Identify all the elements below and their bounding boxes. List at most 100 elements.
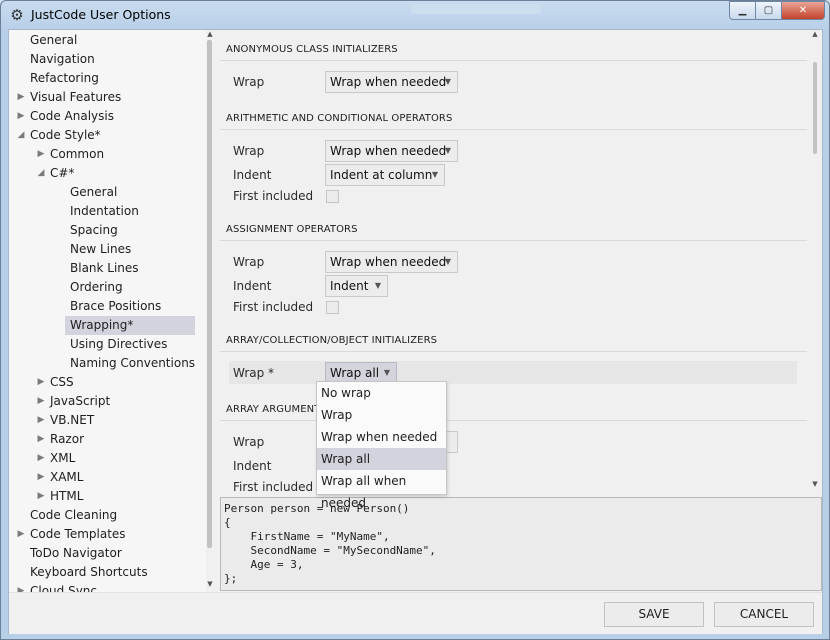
dropdown-option[interactable]: Wrap: [317, 404, 446, 426]
window-title: JustCode User Options: [31, 7, 171, 22]
indent-combo[interactable]: Indent at column ▼: [325, 164, 445, 186]
tree-item[interactable]: General: [65, 183, 122, 202]
combo-value: Indent: [330, 279, 369, 293]
section-title: ARITHMETIC AND CONDITIONAL OPERATORS: [226, 113, 453, 124]
combo-value: Indent at column: [330, 168, 433, 182]
maximize-button[interactable]: ▢: [755, 1, 782, 20]
tree-item[interactable]: JavaScript: [45, 392, 115, 411]
section-divider: [220, 420, 807, 421]
tree-item[interactable]: Indentation: [65, 202, 144, 221]
section-title: ASSIGNMENT OPERATORS: [226, 224, 358, 235]
section-divider: [220, 351, 807, 352]
first-included-label: First included: [233, 300, 314, 314]
tree-item[interactable]: Naming Conventions: [65, 354, 200, 373]
title-ghost: [411, 4, 541, 14]
tree-item[interactable]: Cloud Sync: [25, 582, 102, 592]
scroll-up-icon[interactable]: ▲: [206, 30, 214, 38]
title-bar: ⚙ JustCode User Options ▁ ▢ ✕: [1, 1, 829, 29]
dialog-footer: SAVE CANCEL: [9, 592, 822, 634]
chevron-down-icon: ▼: [431, 170, 438, 179]
minimize-icon: ▁: [738, 5, 747, 16]
tree-item[interactable]: New Lines: [65, 240, 136, 259]
wrap-label: Wrap: [233, 75, 265, 89]
settings-scrollbar[interactable]: ▲ ▼: [810, 30, 820, 492]
tree-item[interactable]: Code Analysis: [25, 107, 119, 126]
tree-item[interactable]: C#*: [45, 164, 79, 183]
tree-item[interactable]: Visual Features: [25, 88, 126, 107]
combo-value: Wrap all: [330, 366, 380, 380]
tree-item[interactable]: Wrapping*: [65, 316, 195, 335]
tree-item[interactable]: General: [25, 31, 82, 50]
tree-item[interactable]: XML: [45, 449, 80, 468]
section-divider: [220, 60, 807, 61]
indent-label: Indent: [233, 459, 272, 473]
section-title: ARRAY ARGUMENTS: [226, 404, 327, 415]
save-button[interactable]: SAVE: [604, 602, 704, 627]
indent-label: Indent: [233, 279, 272, 293]
chevron-down-icon: ▼: [444, 77, 451, 86]
indent-combo[interactable]: Indent ▼: [325, 275, 388, 297]
gear-icon: ⚙: [10, 6, 24, 24]
wrap-combo[interactable]: Wrap when needed ▼: [325, 140, 458, 162]
options-tree: ▲ ▼ General Navigation Refactoring ▶ Visual …: [9, 30, 214, 592]
tree-item[interactable]: Code Style*: [25, 126, 106, 145]
wrap-label: Wrap: [233, 144, 265, 158]
combo-value: Wrap when needed: [330, 75, 447, 89]
wrapping-settings: ANONYMOUS CLASS INITIALIZERS Wrap Wrap w…: [220, 30, 820, 492]
options-window: ⚙ JustCode User Options ▁ ▢ ✕ ▲ ▼ Genera…: [0, 0, 830, 640]
section-divider: [220, 240, 807, 241]
tree-item[interactable]: ToDo Navigator: [25, 544, 127, 563]
code-preview: Person person = new Person() { FirstName…: [220, 497, 822, 591]
settings-scroll-thumb[interactable]: [813, 62, 817, 154]
dropdown-option[interactable]: Wrap when needed: [317, 426, 446, 448]
tree-item[interactable]: Ordering: [65, 278, 128, 297]
section-divider: [220, 129, 807, 130]
dropdown-option[interactable]: Wrap all: [317, 448, 446, 470]
preview-code: Person person = new Person() { FirstName…: [224, 502, 436, 585]
first-included-label: First included: [233, 189, 314, 203]
section-title: ANONYMOUS CLASS INITIALIZERS: [226, 44, 398, 55]
tree-item[interactable]: Keyboard Shortcuts: [25, 563, 153, 582]
tree-item[interactable]: CSS: [45, 373, 79, 392]
tree-item[interactable]: Razor: [45, 430, 89, 449]
tree-item[interactable]: VB.NET: [45, 411, 99, 430]
combo-value: Wrap when needed: [330, 144, 447, 158]
wrap-label: Wrap: [233, 255, 265, 269]
dropdown-option[interactable]: Wrap all when needed: [317, 470, 446, 510]
scroll-down-icon[interactable]: ▼: [206, 580, 214, 588]
tree-scroll-thumb[interactable]: [207, 40, 212, 548]
chevron-down-icon: ▼: [444, 146, 451, 155]
chevron-down-icon: ▼: [444, 257, 451, 266]
tree-item[interactable]: Code Templates: [25, 525, 131, 544]
combo-value: Wrap when needed: [330, 255, 447, 269]
wrap-combo[interactable]: Wrap when needed ▼: [325, 251, 458, 273]
dropdown-option[interactable]: No wrap: [317, 382, 446, 404]
close-button[interactable]: ✕: [781, 1, 825, 20]
first-included-checkbox[interactable]: [326, 190, 339, 203]
wrap-options-dropdown: No wrap Wrap Wrap when needed Wrap all Wrap …: [316, 381, 447, 510]
tree-item[interactable]: Navigation: [25, 50, 100, 69]
tree-item[interactable]: Brace Positions: [65, 297, 166, 316]
chevron-down-icon: ▼: [383, 368, 390, 377]
tree-item[interactable]: XAML: [45, 468, 88, 487]
minimize-button[interactable]: ▁: [729, 1, 756, 20]
wrap-combo[interactable]: Wrap when needed ▼: [325, 71, 458, 93]
cancel-button[interactable]: CANCEL: [714, 602, 814, 627]
close-icon: ✕: [798, 5, 808, 16]
tree-scrollbar[interactable]: ▲ ▼: [206, 30, 214, 592]
tree-item[interactable]: Common: [45, 145, 109, 164]
scroll-up-icon[interactable]: ▲: [811, 30, 819, 38]
wrap-label: Wrap: [233, 435, 265, 449]
tree-item[interactable]: Blank Lines: [65, 259, 144, 278]
tree-item[interactable]: Using Directives: [65, 335, 172, 354]
first-included-checkbox[interactable]: [326, 301, 339, 314]
maximize-icon: ▢: [763, 5, 774, 16]
tree-item[interactable]: Spacing: [65, 221, 123, 240]
tree-item[interactable]: HTML: [45, 487, 88, 506]
chevron-down-icon: ▼: [374, 281, 381, 290]
row-highlight: [229, 361, 797, 384]
scroll-down-icon[interactable]: ▼: [811, 480, 819, 488]
tree-item[interactable]: Code Cleaning: [25, 506, 122, 525]
tree-item[interactable]: Refactoring: [25, 69, 104, 88]
first-included-label: First included: [233, 480, 314, 492]
